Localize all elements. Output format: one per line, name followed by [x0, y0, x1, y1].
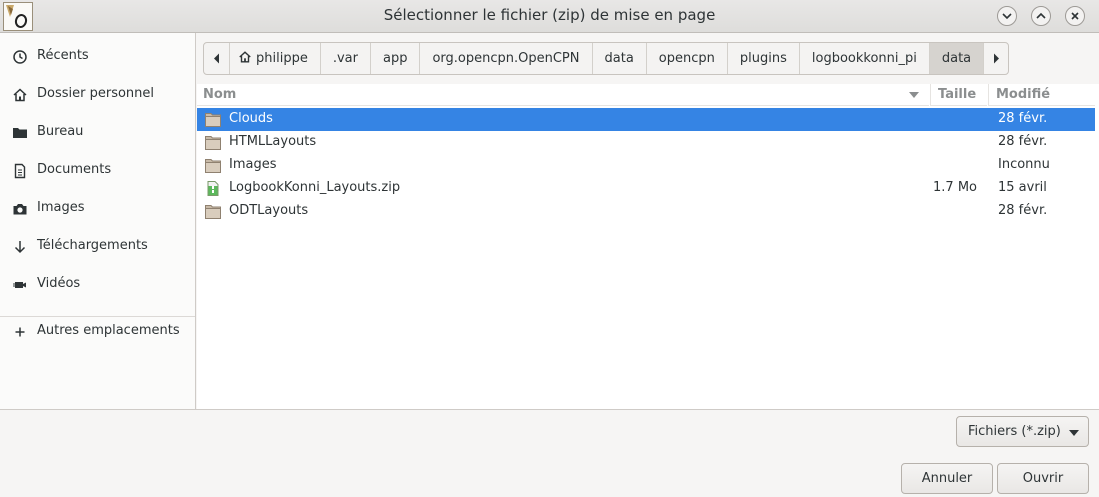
sidebar-item-label: Téléchargements — [37, 238, 148, 253]
file-name: Images — [229, 157, 277, 172]
path-crumb[interactable]: plugins — [728, 43, 800, 74]
file-name: HTMLLayouts — [229, 134, 317, 149]
sidebar-item-label: Images — [37, 200, 85, 215]
zip-archive-icon — [207, 181, 219, 196]
footer-divider — [0, 409, 1099, 410]
plus-icon — [15, 327, 25, 337]
path-crumb[interactable]: org.opencpn.OpenCPN — [420, 43, 593, 74]
file-row[interactable]: Images Inconnu — [197, 154, 1095, 177]
path-crumb-current[interactable]: data — [929, 43, 985, 74]
file-row[interactable]: Clouds 28 févr. — [197, 108, 1095, 131]
file-name: LogbookKonni_Layouts.zip — [229, 180, 401, 195]
clock-icon — [13, 50, 27, 64]
path-crumb-home[interactable]: philippe — [230, 43, 321, 74]
sidebar-item-downloads[interactable]: Téléchargements — [0, 234, 195, 260]
sidebar-item-label: Dossier personnel — [37, 86, 155, 101]
home-icon — [13, 88, 27, 102]
camera-icon — [13, 204, 27, 215]
minimize-button[interactable] — [997, 6, 1017, 26]
close-button[interactable] — [1065, 6, 1085, 26]
maximize-button[interactable] — [1031, 6, 1051, 26]
sidebar-item-label: Bureau — [37, 124, 84, 139]
folder-icon — [13, 128, 27, 138]
path-scroll-left-button[interactable] — [204, 43, 230, 74]
path-crumb[interactable]: app — [371, 43, 421, 74]
file-list: Nom Taille Modifié Clouds 28 févr. HTMLL… — [197, 84, 1099, 409]
sidebar-item-label: Autres emplacements — [37, 323, 180, 338]
sort-down-icon — [909, 92, 919, 98]
sidebar-item-videos[interactable]: Vidéos — [0, 272, 195, 298]
home-icon — [239, 51, 251, 63]
folder-icon — [205, 136, 221, 150]
folder-icon — [205, 205, 221, 219]
file-modified: Inconnu — [998, 157, 1050, 172]
cancel-button[interactable]: Annuler — [901, 463, 993, 494]
path-crumb[interactable]: .var — [321, 43, 371, 74]
sidebar-item-label: Vidéos — [37, 276, 81, 291]
download-icon — [14, 241, 26, 254]
sidebar-item-label: Documents — [37, 162, 112, 177]
chevron-down-icon — [1002, 13, 1012, 20]
arrow-left-icon — [214, 53, 219, 64]
video-icon — [13, 282, 26, 288]
folder-icon — [205, 159, 221, 173]
file-name: Clouds — [229, 111, 273, 126]
file-size: 1.7 Mo — [933, 180, 977, 195]
file-row[interactable]: LogbookKonni_Layouts.zip 1.7 Mo 15 avril — [197, 177, 1095, 200]
title-bar: Sélectionner le fichier (zip) de mise en… — [0, 0, 1099, 33]
path-bar: philippe .var app org.opencpn.OpenCPN da… — [203, 42, 1009, 75]
file-modified: 28 févr. — [998, 111, 1048, 126]
sidebar-item-desktop[interactable]: Bureau — [0, 120, 195, 146]
column-header-size[interactable]: Taille — [930, 84, 987, 106]
folder-icon — [205, 113, 221, 127]
column-header-label: Nom — [203, 87, 237, 102]
path-crumb[interactable]: opencpn — [647, 43, 728, 74]
path-crumb[interactable]: data — [593, 43, 647, 74]
file-modified: 28 févr. — [998, 134, 1048, 149]
column-header-modified[interactable]: Modifié — [988, 84, 1095, 106]
window-title: Sélectionner le fichier (zip) de mise en… — [383, 6, 716, 24]
sidebar-item-other-locations[interactable]: Autres emplacements — [0, 319, 195, 345]
document-icon — [14, 163, 26, 179]
chevron-up-icon — [1036, 12, 1046, 19]
file-modified: 15 avril — [998, 180, 1047, 195]
file-filter-combobox[interactable]: Fichiers (*.zip) — [956, 416, 1089, 447]
file-filter-label: Fichiers (*.zip) — [968, 424, 1061, 439]
sidebar-item-home[interactable]: Dossier personnel — [0, 82, 195, 108]
path-crumb-label: philippe — [256, 51, 308, 66]
places-sidebar: Récents Dossier personnel Bureau Documen… — [0, 33, 196, 409]
file-name: ODTLayouts — [229, 203, 309, 218]
column-header-name[interactable]: Nom — [197, 84, 929, 106]
path-scroll-right-button[interactable] — [984, 43, 1008, 74]
sidebar-item-documents[interactable]: Documents — [0, 158, 195, 184]
file-modified: 28 févr. — [998, 203, 1048, 218]
sidebar-item-pictures[interactable]: Images — [0, 196, 195, 222]
sidebar-divider — [0, 316, 195, 317]
file-row[interactable]: HTMLLayouts 28 févr. — [197, 131, 1095, 154]
chevron-down-icon — [1069, 430, 1079, 436]
open-button[interactable]: Ouvrir — [997, 463, 1089, 494]
sidebar-item-recent[interactable]: Récents — [0, 44, 195, 70]
close-icon — [1071, 12, 1079, 20]
arrow-right-icon — [994, 53, 1000, 64]
file-row[interactable]: ODTLayouts 28 févr. — [197, 200, 1095, 223]
sidebar-item-label: Récents — [37, 48, 89, 63]
path-crumb[interactable]: logbookkonni_pi — [800, 43, 930, 74]
